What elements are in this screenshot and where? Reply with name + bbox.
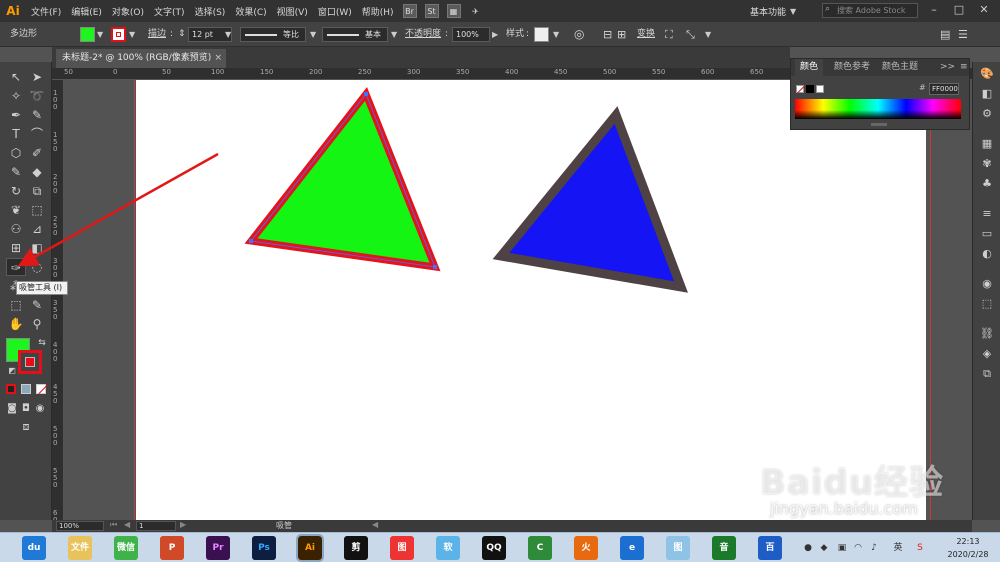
brushes-icon[interactable]: ✾ — [979, 156, 995, 172]
taskbar-app[interactable]: C — [528, 536, 552, 560]
tab-color-guide[interactable]: 颜色参考 — [829, 59, 875, 76]
eyedropper-tooltip: 吸管工具 (I) — [16, 281, 68, 295]
color-spectrum[interactable] — [795, 99, 961, 119]
prev-artboard-icon[interactable]: ◀ — [124, 520, 130, 529]
panel-resize-handle[interactable] — [871, 123, 887, 126]
white-swatch[interactable] — [816, 85, 824, 93]
volume-icon[interactable]: ♪ — [868, 542, 880, 554]
clock-date: 2020/2/28 — [947, 550, 989, 559]
wifi-icon[interactable]: ◠ — [852, 542, 864, 554]
right-dock: 🎨 ◧ ⚙ ▦ ✾ ♣ ≡ ▭ ◐ ◉ ⬚ ⛓ ◈ ⧉ — [972, 62, 1000, 520]
taskbar-app[interactable]: P — [160, 536, 184, 560]
hex-hash-label: # — [919, 83, 926, 92]
none-slash — [797, 85, 805, 94]
blue-triangle[interactable] — [492, 106, 688, 293]
windows-taskbar: du 文件 微信 P Pr Ps Ai 剪图软 QQ C 火 e 图音百 ● ◆ ▣ ◠ ♪ 英 S 2… — [0, 532, 1000, 562]
qq-tray-icon[interactable]: ● — [802, 542, 814, 554]
zoom-field[interactable]: 100% — [56, 521, 104, 531]
taskbar-app[interactable]: QQ — [482, 536, 506, 560]
taskbar-app[interactable]: 软 — [436, 536, 460, 560]
symbols-icon[interactable]: ♣ — [979, 176, 995, 192]
black-swatch[interactable] — [806, 85, 814, 93]
taskbar-app[interactable]: 音 — [712, 536, 736, 560]
system-clock[interactable]: 22:13 2020/2/28 — [940, 535, 996, 561]
gradient-icon[interactable]: ▭ — [979, 226, 995, 242]
links-icon[interactable]: ⛓ — [979, 326, 995, 342]
taskbar-app[interactable]: 火 — [574, 536, 598, 560]
taskbar-app[interactable]: 剪 — [344, 536, 368, 560]
sogou-icon[interactable]: S — [914, 542, 926, 554]
anchor-point[interactable] — [249, 239, 253, 243]
color-panel: 颜色 颜色参考 颜色主题 >> ≡ # FF0000 — [790, 58, 970, 130]
annotation-arrow — [17, 152, 219, 267]
graphic-styles-icon[interactable]: ⬚ — [979, 296, 995, 312]
status-menu-icon[interactable]: ◀ — [372, 520, 378, 529]
none-swatch[interactable] — [796, 85, 805, 94]
swatches-icon[interactable]: ▦ — [979, 136, 995, 152]
taskbar-app[interactable]: Ps — [252, 536, 276, 560]
baidu-watermark: Baidu经验 jingyan.baidu.com — [760, 455, 960, 525]
illustrator-window: Ai 文件(F) 编辑(E) 对象(O) 文字(T) 选择(S) 效果(C) 视… — [0, 0, 1000, 562]
green-triangle[interactable] — [244, 87, 441, 272]
color-guide-icon[interactable]: ◧ — [979, 86, 995, 102]
anchor-point[interactable] — [433, 265, 437, 269]
layers-icon[interactable]: ◈ — [979, 346, 995, 362]
taskbar-app[interactable]: Pr — [206, 536, 230, 560]
next-artboard-icon[interactable]: ▶ — [180, 520, 186, 529]
artboard-number-field[interactable]: 1 — [136, 521, 176, 531]
current-tool-label: 吸管 — [276, 521, 292, 530]
color-themes-icon[interactable]: ⚙ — [979, 106, 995, 122]
network-icon[interactable]: ▣ — [836, 542, 848, 554]
stroke-icon[interactable]: ≡ — [979, 206, 995, 222]
anchor-point[interactable] — [364, 92, 368, 96]
clock-time: 22:13 — [956, 537, 980, 546]
taskbar-app[interactable]: 图 — [666, 536, 690, 560]
appearance-icon[interactable]: ◉ — [979, 276, 995, 292]
color-panel-icon[interactable]: 🎨 — [979, 66, 995, 82]
ime-indicator[interactable]: 英 — [892, 542, 904, 554]
first-artboard-icon[interactable]: ⏮ — [110, 520, 117, 530]
hex-value-field[interactable]: FF0000 — [929, 83, 959, 95]
taskbar-app[interactable]: e — [620, 536, 644, 560]
artboards-icon[interactable]: ⧉ — [979, 366, 995, 382]
watermark-brand: Baidu经验 — [760, 463, 945, 503]
taskbar-app[interactable]: Ai — [296, 534, 324, 562]
taskbar-app[interactable]: du — [22, 536, 46, 560]
transparency-icon[interactable]: ◐ — [979, 246, 995, 262]
watermark-url: jingyan.baidu.com — [770, 499, 918, 518]
color-panel-tabs: 颜色 颜色参考 颜色主题 >> ≡ — [791, 59, 969, 76]
panel-menu-icon[interactable]: ≡ — [955, 59, 973, 76]
taskbar-app[interactable]: 微信 — [114, 536, 138, 560]
taskbar-app[interactable]: 百 — [758, 536, 782, 560]
tab-color[interactable]: 颜色 — [795, 59, 824, 76]
taskbar-app[interactable]: 图 — [390, 536, 414, 560]
taskbar-app[interactable]: 文件 — [68, 536, 92, 560]
tray-icon[interactable]: ◆ — [818, 542, 830, 554]
tab-color-themes[interactable]: 颜色主题 — [877, 59, 923, 76]
